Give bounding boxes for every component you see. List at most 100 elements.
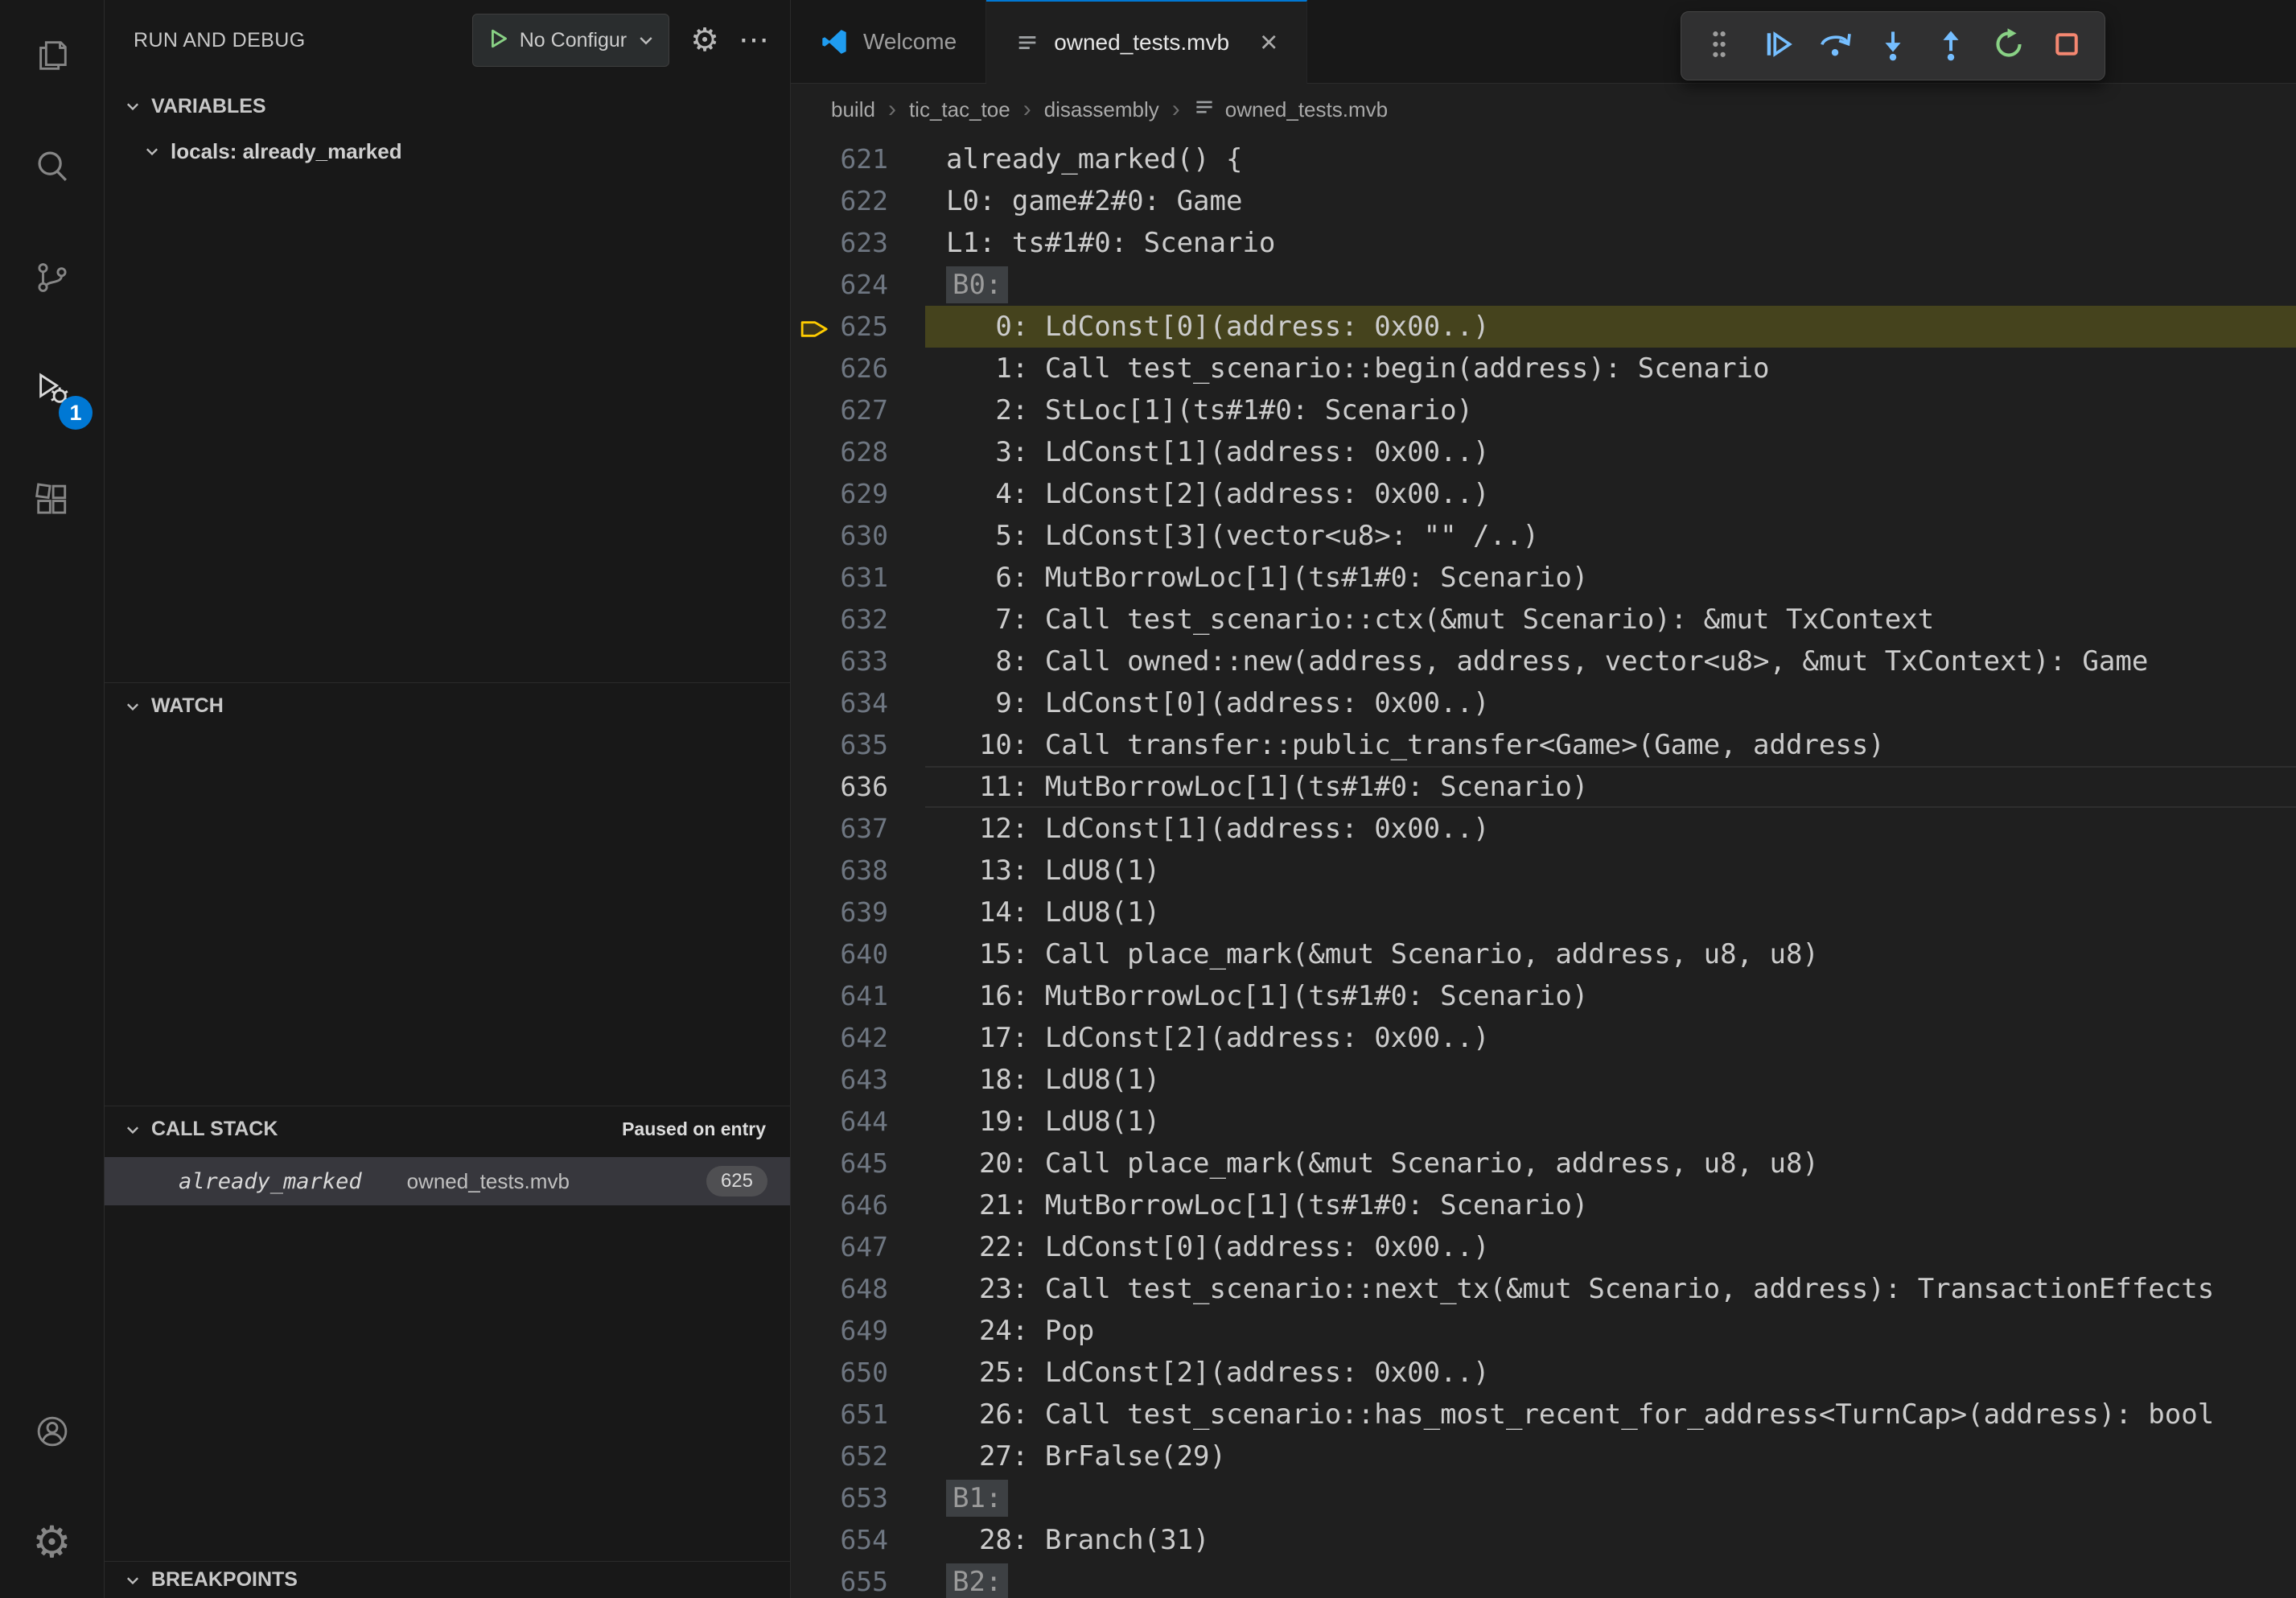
- line-number[interactable]: 652: [791, 1435, 925, 1477]
- activitybar-run-and-debug[interactable]: 1: [0, 333, 104, 444]
- tab-welcome[interactable]: Welcome: [791, 0, 986, 83]
- line-number[interactable]: 621: [791, 138, 925, 180]
- line-number[interactable]: 636: [791, 766, 925, 808]
- line-number[interactable]: 630: [791, 515, 925, 557]
- line-number[interactable]: 627: [791, 389, 925, 431]
- line-number[interactable]: 641: [791, 975, 925, 1017]
- stop-button[interactable]: [2042, 21, 2092, 71]
- activitybar-extensions[interactable]: [0, 444, 104, 555]
- more-actions-icon[interactable]: ⋯: [739, 25, 769, 56]
- line-number[interactable]: 651: [791, 1394, 925, 1435]
- code-line[interactable]: 645 20: Call place_mark(&mut Scenario, a…: [791, 1143, 2296, 1184]
- code-line[interactable]: 654 28: Branch(31): [791, 1519, 2296, 1561]
- line-number[interactable]: 638: [791, 850, 925, 892]
- activitybar-explorer[interactable]: [0, 0, 104, 111]
- step-out-button[interactable]: [1926, 21, 1976, 71]
- close-icon[interactable]: ×: [1260, 27, 1278, 58]
- line-number[interactable]: 644: [791, 1101, 925, 1143]
- code-line[interactable]: 642 17: LdConst[2](address: 0x00..): [791, 1017, 2296, 1059]
- line-number[interactable]: 632: [791, 599, 925, 640]
- code-line[interactable]: 651 26: Call test_scenario::has_most_rec…: [791, 1394, 2296, 1435]
- code-line[interactable]: 640 15: Call place_mark(&mut Scenario, a…: [791, 933, 2296, 975]
- debug-settings-gear-icon[interactable]: ⚙: [690, 24, 719, 56]
- code-line[interactable]: 627 2: StLoc[1](ts#1#0: Scenario): [791, 389, 2296, 431]
- line-number[interactable]: 645: [791, 1143, 925, 1184]
- code-line[interactable]: 653B1:: [791, 1477, 2296, 1519]
- code-line[interactable]: 649 24: Pop: [791, 1310, 2296, 1352]
- watch-section-header[interactable]: WATCH: [105, 682, 790, 729]
- breadcrumb-item[interactable]: tic_tac_toe: [909, 97, 1010, 122]
- step-into-button[interactable]: [1868, 21, 1918, 71]
- line-number[interactable]: 622: [791, 180, 925, 222]
- code-line[interactable]: 636 11: MutBorrowLoc[1](ts#1#0: Scenario…: [791, 766, 2296, 808]
- activitybar-search[interactable]: [0, 111, 104, 222]
- variables-scope-row[interactable]: locals: already_marked: [105, 129, 790, 174]
- code-line[interactable]: 643 18: LdU8(1): [791, 1059, 2296, 1101]
- line-number[interactable]: 647: [791, 1226, 925, 1268]
- code-line[interactable]: 623L1: ts#1#0: Scenario: [791, 222, 2296, 264]
- line-number[interactable]: 646: [791, 1184, 925, 1226]
- call-stack-section-header[interactable]: CALL STACK Paused on entry: [105, 1106, 790, 1152]
- line-number[interactable]: 649: [791, 1310, 925, 1352]
- line-number[interactable]: 623: [791, 222, 925, 264]
- line-number[interactable]: 648: [791, 1268, 925, 1310]
- line-number[interactable]: 637: [791, 808, 925, 850]
- code-line[interactable]: 638 13: LdU8(1): [791, 850, 2296, 892]
- start-debugging-icon[interactable]: [486, 27, 510, 55]
- code-line[interactable]: 639 14: LdU8(1): [791, 892, 2296, 933]
- line-number[interactable]: 654: [791, 1519, 925, 1561]
- line-number[interactable]: 634: [791, 682, 925, 724]
- code-line[interactable]: 624B0:: [791, 264, 2296, 306]
- line-number[interactable]: 643: [791, 1059, 925, 1101]
- code-line[interactable]: 644 19: LdU8(1): [791, 1101, 2296, 1143]
- code-line[interactable]: 631 6: MutBorrowLoc[1](ts#1#0: Scenario): [791, 557, 2296, 599]
- line-number[interactable]: 640: [791, 933, 925, 975]
- line-number[interactable]: 631: [791, 557, 925, 599]
- debug-toolbar-drag-handle[interactable]: [1694, 21, 1744, 71]
- activitybar-settings[interactable]: ⚙: [0, 1487, 104, 1598]
- code-line[interactable]: 626 1: Call test_scenario::begin(address…: [791, 348, 2296, 389]
- code-line[interactable]: 628 3: LdConst[1](address: 0x00..): [791, 431, 2296, 473]
- code-line[interactable]: 633 8: Call owned::new(address, address,…: [791, 640, 2296, 682]
- code-line[interactable]: 650 25: LdConst[2](address: 0x00..): [791, 1352, 2296, 1394]
- code-line[interactable]: 646 21: MutBorrowLoc[1](ts#1#0: Scenario…: [791, 1184, 2296, 1226]
- breadcrumb-item[interactable]: owned_tests.mvb: [1193, 96, 1388, 124]
- code-line[interactable]: 629 4: LdConst[2](address: 0x00..): [791, 473, 2296, 515]
- activitybar-accounts[interactable]: [0, 1376, 104, 1487]
- breakpoints-section-header[interactable]: BREAKPOINTS: [105, 1561, 790, 1598]
- continue-button[interactable]: [1752, 21, 1802, 71]
- debug-config-dropdown[interactable]: No Configur: [472, 14, 669, 67]
- code-line[interactable]: 641 16: MutBorrowLoc[1](ts#1#0: Scenario…: [791, 975, 2296, 1017]
- restart-button[interactable]: [1984, 21, 2034, 71]
- code-line[interactable]: 625 0: LdConst[0](address: 0x00..): [791, 306, 2296, 348]
- line-number[interactable]: 628: [791, 431, 925, 473]
- code-line[interactable]: 637 12: LdConst[1](address: 0x00..): [791, 808, 2296, 850]
- line-number[interactable]: 624: [791, 264, 925, 306]
- code-line[interactable]: 621already_marked() {: [791, 138, 2296, 180]
- line-number[interactable]: 653: [791, 1477, 925, 1519]
- tab-owned-tests[interactable]: owned_tests.mvb ×: [986, 0, 1307, 84]
- code-line[interactable]: 622L0: game#2#0: Game: [791, 180, 2296, 222]
- line-number[interactable]: 639: [791, 892, 925, 933]
- code-line[interactable]: 632 7: Call test_scenario::ctx(&mut Scen…: [791, 599, 2296, 640]
- step-over-button[interactable]: [1810, 21, 1860, 71]
- line-number[interactable]: 650: [791, 1352, 925, 1394]
- activitybar-source-control[interactable]: [0, 222, 104, 333]
- line-number[interactable]: 635: [791, 724, 925, 766]
- line-number[interactable]: 655: [791, 1561, 925, 1598]
- line-number[interactable]: 626: [791, 348, 925, 389]
- line-number[interactable]: 642: [791, 1017, 925, 1059]
- code-line[interactable]: 652 27: BrFalse(29): [791, 1435, 2296, 1477]
- line-number[interactable]: 625: [791, 306, 925, 348]
- code-line[interactable]: 647 22: LdConst[0](address: 0x00..): [791, 1226, 2296, 1268]
- line-number[interactable]: 633: [791, 640, 925, 682]
- code-line[interactable]: 630 5: LdConst[3](vector<u8>: "" /..): [791, 515, 2296, 557]
- breadcrumb-item[interactable]: disassembly: [1044, 97, 1159, 122]
- variables-section-header[interactable]: VARIABLES: [105, 84, 790, 129]
- breadcrumb-item[interactable]: build: [831, 97, 875, 122]
- code-line[interactable]: 655B2:: [791, 1561, 2296, 1598]
- code-line[interactable]: 634 9: LdConst[0](address: 0x00..): [791, 682, 2296, 724]
- line-number[interactable]: 629: [791, 473, 925, 515]
- code-line[interactable]: 648 23: Call test_scenario::next_tx(&mut…: [791, 1268, 2296, 1310]
- call-stack-frame-row[interactable]: already_marked owned_tests.mvb 625: [105, 1157, 790, 1205]
